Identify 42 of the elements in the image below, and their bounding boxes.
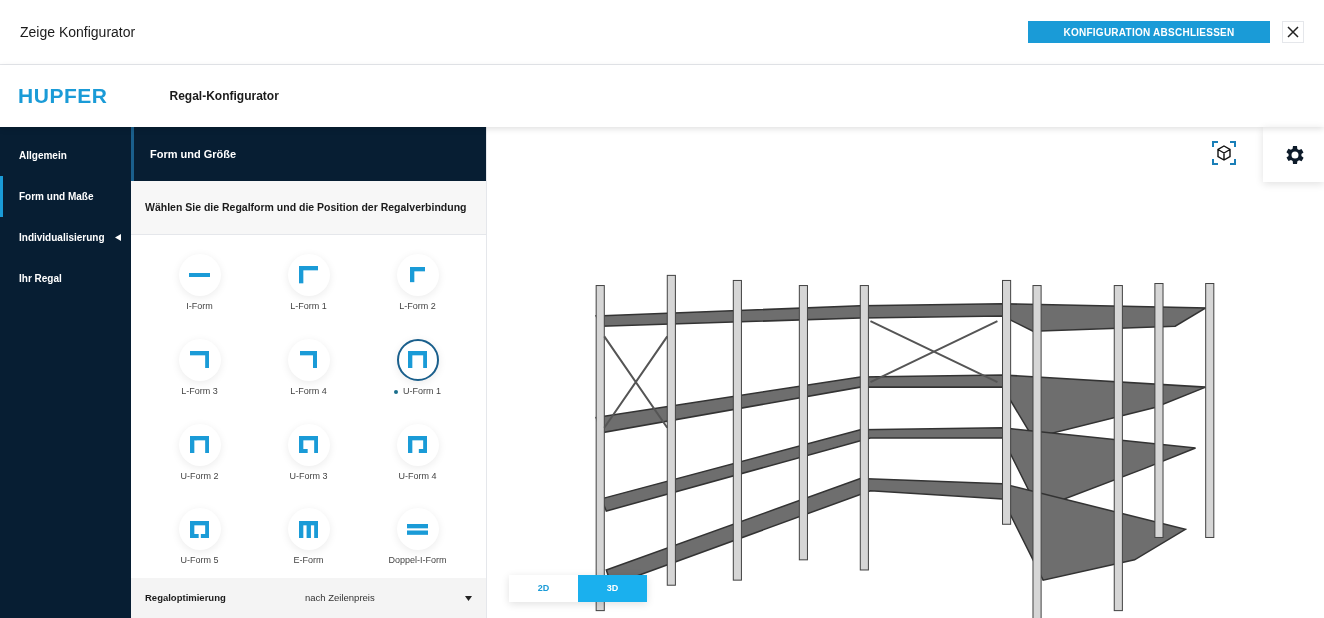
shelf-shape-icon [298,266,319,284]
shelf-shape-icon [298,520,319,538]
shape-label: U-Form 1 [403,384,441,398]
shelf-shape-icon [188,272,211,278]
brand-logo: HUPFER [18,83,108,110]
window-title: Zeige Konfigurator [20,22,136,42]
shape-label: Doppel-I-Form [388,554,447,568]
shape-label: U-Form 2 [180,469,219,483]
shelf-shape-icon [299,351,318,369]
shelf-shape-option[interactable] [396,338,439,381]
shelf-shape-icon [298,435,319,454]
shape-label: U-Form 5 [180,554,219,568]
close-button[interactable] [1282,21,1304,43]
shelf-shape-icon [189,520,210,538]
shape-label: U-Form 3 [289,469,328,483]
page-title: Regal-Konfigurator [169,88,279,105]
shelf-shape-icon [409,267,426,283]
shelf-shape-icon [406,523,429,535]
shelf-shape-icon [189,435,210,454]
shape-label: L-Form 3 [181,384,218,398]
shape-label: I-Form [186,300,213,313]
optimization-select[interactable]: Regaloptimierung nach Zeilenpreis [131,578,486,618]
sidebar-item[interactable]: Individualisierung [0,217,131,258]
shelf-shape-option[interactable] [178,254,221,296]
shelf-shape-option[interactable] [287,254,330,296]
shape-label: L-Form 2 [399,300,436,313]
dropdown-caret-icon [465,595,472,601]
close-icon [1287,26,1299,38]
shelf-shape-icon [407,435,428,454]
shape-label: E-Form [293,554,324,568]
sidebar-item[interactable]: Allgemein [0,135,131,176]
shape-label: L-Form 1 [290,300,327,313]
shelf-shape-icon [189,351,210,369]
instruction-text: Wählen Sie die Regalform und die Position der Regalverbindung [131,181,486,235]
shape-label: L-Form 4 [290,384,327,398]
shelf-shape-icon [407,351,428,369]
sidebar-item[interactable]: Ihr Regal [0,258,131,299]
panel-header: Form und Größe [131,127,486,181]
shelf-shape-option[interactable] [396,254,439,296]
settings-button[interactable] [1263,127,1324,182]
shape-label: U-Form 4 [398,469,437,483]
cube-view-icon[interactable] [1212,141,1236,165]
